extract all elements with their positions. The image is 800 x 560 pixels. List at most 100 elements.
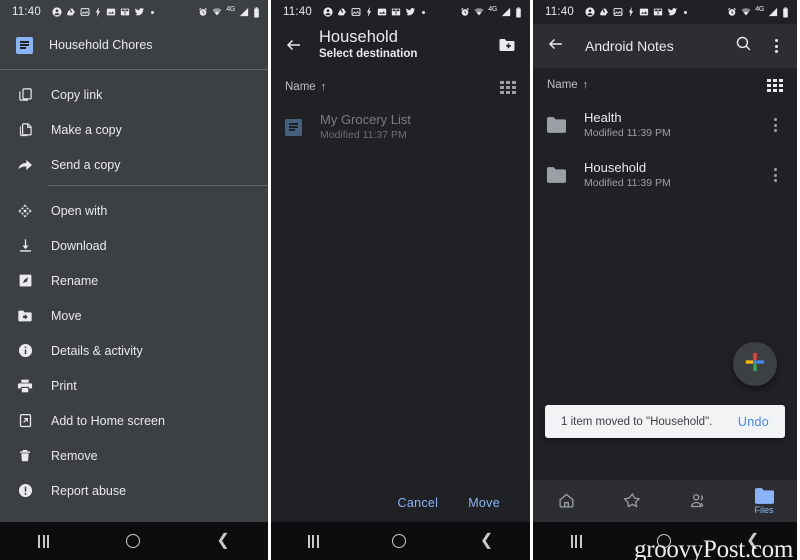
status-bar: 11:40 4G [271, 0, 530, 24]
grid-view-icon[interactable] [500, 80, 516, 94]
menu-item-send-a-copy[interactable]: Send a copy [0, 147, 268, 182]
menu-item-label: Rename [51, 273, 99, 288]
remove-trash-icon [16, 448, 34, 463]
create-new-folder-icon[interactable] [498, 36, 516, 59]
sort-arrow-icon[interactable]: ↑ [583, 79, 589, 91]
details-activity-icon [16, 343, 34, 358]
menu-item-remove[interactable]: Remove [0, 438, 268, 473]
back-chevron-icon[interactable]: ❮ [480, 533, 493, 549]
recents-icon[interactable] [307, 534, 319, 548]
home-circle-icon[interactable] [392, 534, 407, 548]
back-arrow-icon[interactable] [285, 36, 303, 59]
destination-titles: Household Select destination [319, 28, 482, 62]
menu-item-make-a-copy[interactable]: Make a copy [0, 112, 268, 147]
list-item-meta: Modified 11:39 PM [584, 177, 671, 189]
alarm-icon [727, 7, 737, 17]
menu-item-download[interactable]: Download [0, 228, 268, 263]
context-menu-group-2: Open with Download Rename Move Details &… [0, 189, 268, 508]
recents-icon[interactable] [570, 534, 582, 548]
wifi-icon [741, 7, 751, 17]
drive-icon [66, 7, 76, 17]
cancel-button[interactable]: Cancel [398, 496, 439, 510]
grid-view-icon[interactable] [767, 78, 783, 92]
twitter-icon [667, 7, 678, 17]
bottom-nav-starred[interactable] [599, 492, 665, 510]
report-abuse-icon [16, 483, 34, 498]
signal-icon [501, 7, 511, 17]
drive-icon [337, 7, 347, 17]
flash-icon [365, 7, 373, 17]
sort-label[interactable]: Name [547, 79, 578, 91]
recents-icon[interactable] [38, 534, 50, 548]
destination-action-bar: Cancel Move [271, 484, 530, 522]
panel-select-destination: 11:40 4G Household Select destination Na… [268, 0, 533, 560]
status-bar-clock: 11:40 [545, 6, 574, 18]
list-item[interactable]: My Grocery List Modified 11:37 PM [271, 104, 530, 150]
account-icon [52, 7, 62, 17]
menu-item-rename[interactable]: Rename [0, 263, 268, 298]
status-bar-right: 4G [460, 5, 522, 18]
network-4g-label: 4G [488, 5, 497, 13]
network-4g-label: 4G [755, 5, 764, 13]
menu-item-details-activity[interactable]: Details & activity [0, 333, 268, 368]
bottom-nav-files[interactable]: Files [731, 487, 797, 515]
network-4g-label: 4G [226, 5, 235, 13]
menu-item-label: Make a copy [51, 122, 122, 137]
status-bar-left: 11:40 [545, 6, 727, 18]
status-bar-left: 11:40 [12, 6, 198, 18]
menu-item-report-abuse[interactable]: Report abuse [0, 473, 268, 508]
bottom-nav-home[interactable] [533, 492, 599, 510]
menu-item-copy-link[interactable]: Copy link [0, 77, 268, 112]
home-circle-icon[interactable] [656, 534, 671, 548]
wifi-icon [212, 7, 222, 17]
list-item-meta: Modified 11:37 PM [320, 129, 407, 141]
search-icon[interactable] [735, 35, 752, 57]
rename-icon [16, 273, 34, 288]
more-dot-icon [150, 10, 154, 14]
menu-item-label: Move [51, 308, 82, 323]
list-item-meta: Modified 11:39 PM [584, 127, 671, 139]
battery-icon [782, 6, 789, 18]
list-item[interactable]: Health Modified 11:39 PM [533, 102, 797, 148]
sort-label[interactable]: Name [285, 81, 316, 93]
snackbar-message: 1 item moved to "Household". [561, 415, 713, 428]
bottom-navigation: Files [533, 480, 797, 522]
back-chevron-icon[interactable]: ❮ [216, 533, 229, 549]
wifi-icon [474, 7, 484, 17]
sort-bar: Name ↑ [533, 68, 797, 102]
status-bar: 11:40 4G [0, 0, 268, 24]
copy-link-icon [16, 87, 34, 102]
status-bar-clock: 11:40 [283, 6, 312, 18]
more-vert-icon[interactable] [768, 114, 783, 136]
back-arrow-icon[interactable] [547, 35, 565, 58]
list-item-title: Health [584, 110, 622, 125]
menu-item-open-with[interactable]: Open with [0, 193, 268, 228]
send-a-copy-icon [16, 157, 34, 173]
account-icon [323, 7, 333, 17]
google-docs-icon [16, 36, 33, 54]
more-vert-icon[interactable] [768, 164, 783, 186]
menu-item-label: Add to Home screen [51, 413, 165, 428]
bottom-nav-shared[interactable] [665, 492, 731, 510]
signal-icon [239, 7, 249, 17]
alarm-icon [198, 7, 208, 17]
signal-icon [768, 7, 778, 17]
panel-drive-context-menu: 11:40 4G Household Chores Copy link Make… [0, 0, 268, 560]
sort-arrow-icon[interactable]: ↑ [321, 81, 327, 93]
photo-message-icon [351, 7, 361, 17]
menu-item-add-to-home-screen[interactable]: Add to Home screen [0, 403, 268, 438]
create-new-fab[interactable] [733, 342, 777, 386]
menu-item-move[interactable]: Move [0, 298, 268, 333]
move-button[interactable]: Move [468, 496, 500, 510]
list-item[interactable]: Household Modified 11:39 PM [533, 152, 797, 198]
home-circle-icon[interactable] [125, 534, 140, 548]
page-title: Household [319, 28, 398, 46]
more-vert-icon[interactable] [770, 36, 783, 56]
list-item-text: My Grocery List Modified 11:37 PM [320, 111, 516, 143]
menu-item-print[interactable]: Print [0, 368, 268, 403]
snackbar: 1 item moved to "Household". Undo [545, 405, 785, 438]
undo-button[interactable]: Undo [738, 415, 769, 429]
back-chevron-icon[interactable]: ❮ [746, 533, 759, 549]
twitter-icon [405, 7, 416, 17]
list-item-text: Health Modified 11:39 PM [584, 109, 750, 141]
